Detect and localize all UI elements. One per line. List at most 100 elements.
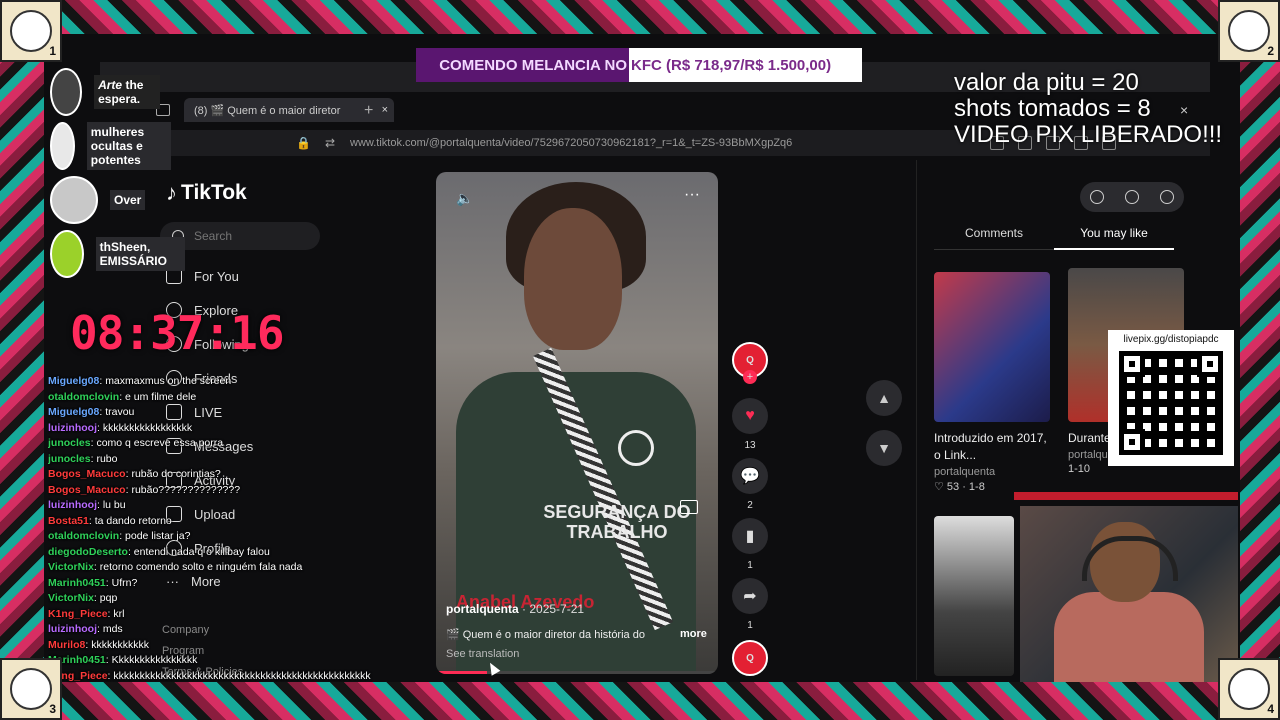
chat-message: diegodoDeserto: entendi nada q o killbay… [48, 545, 438, 561]
creator-avatar-button[interactable]: Q + [730, 342, 770, 384]
chat-username[interactable]: junocles [48, 453, 91, 465]
volume-icon[interactable]: 🔈 [456, 190, 473, 207]
corner-label: 1 [49, 44, 56, 58]
chat-text: kkkkkkkkkkkkkkkkkkkkkkkkkkkkkkkkkkkkkkkk… [113, 669, 371, 682]
share-arrow-icon: ➦ [732, 578, 768, 614]
chat-message: luizinhooj: mds [48, 622, 438, 638]
chat-username[interactable]: VictorNix [48, 561, 94, 573]
chat-message: VictorNix: retorno comendo solto e ningu… [48, 560, 438, 576]
chat-message: junocles: rubo [48, 452, 438, 468]
video-date: · 2025-7-21 [522, 602, 585, 616]
tab-title: (8) 🎬 Quem é o maior diretor [194, 104, 341, 117]
video-author[interactable]: portalquenta · 2025-7-21 [446, 602, 584, 616]
video-thumbnail [934, 272, 1050, 422]
qr-code-panel: livepix.gg/distopiapdc [1108, 330, 1234, 466]
stat-line: valor da pitu = 20 [954, 69, 1139, 96]
search-input[interactable] [192, 228, 306, 244]
right-panel-tabs: Comments You may like [934, 226, 1174, 250]
qr-code [1119, 351, 1223, 455]
chat-username[interactable]: diegodoDeserto [48, 546, 128, 558]
lock-icon[interactable]: 🔒 [296, 136, 311, 150]
chevron-down-icon: ▼ [877, 440, 891, 456]
author-name: portalquenta [446, 602, 519, 616]
chat-message: K1ng_Piece: krl [48, 607, 438, 623]
member-name: Over [110, 190, 146, 210]
corner-mascot-1: 1 [0, 0, 62, 62]
chat-message: Miguelg08: maxmaxmus on the screen [48, 374, 438, 390]
chat-username[interactable]: Miguelg08 [48, 406, 99, 418]
card-likes-value: 53 · 1-8 [946, 481, 985, 493]
tiktok-logo[interactable]: ♪ TikTok [166, 180, 247, 206]
stream-stats: valor da pitu = 20 shots tomados = 8 VID… [954, 70, 1222, 148]
site-settings-icon[interactable]: ⇄ [325, 136, 335, 150]
chat-message: Marinh0451: Kkkkkkkkkkkkkkkk [48, 653, 438, 669]
chat-username[interactable]: luizinhooj [48, 422, 97, 434]
member-avatar [50, 176, 98, 224]
member-name: thSheen, EMISSÁRIO [95, 237, 186, 271]
chat-username[interactable]: Miguelg08 [48, 375, 99, 387]
new-tab-button[interactable]: + [364, 102, 373, 120]
member-name: Arte the espera. [94, 75, 161, 109]
follow-plus-icon[interactable]: + [743, 370, 757, 384]
browser-tab[interactable]: (8) 🎬 Quem é o maior diretor × [184, 98, 394, 122]
tiktok-logo-text: TikTok [181, 181, 247, 204]
like-button[interactable]: ♥ 13 [730, 398, 770, 451]
like-count: 13 [744, 440, 756, 451]
tab-you-may-like[interactable]: You may like [1054, 226, 1174, 250]
chat-username[interactable]: Bogos_Macuco [48, 468, 126, 480]
chat-username[interactable]: Bosta51 [48, 515, 89, 527]
chat-message: Miguelg08: travou [48, 405, 438, 421]
comment-icon: 💬 [732, 458, 768, 494]
member-avatar [50, 230, 84, 278]
chat-username[interactable]: luizinhooj [48, 499, 97, 511]
chat-text: rubão do corintias? [131, 468, 221, 480]
share-button[interactable]: ➦ 1 [730, 578, 770, 631]
comment-button[interactable]: 💬 2 [730, 458, 770, 511]
video-player[interactable]: SEGURANÇA DO TRABALHO Anabel Azevedo por… [436, 172, 718, 674]
chat-username[interactable]: luizinhooj [48, 623, 97, 635]
corner-label: 3 [49, 702, 56, 716]
toggle-icon[interactable] [1159, 190, 1174, 204]
recommended-video-card[interactable]: Introduzido em 2017, o Link... portalque… [934, 272, 1050, 493]
video-progress-bar[interactable] [436, 671, 718, 674]
corner-mascot-2: 2 [1218, 0, 1280, 62]
music-disc-icon: Q [732, 640, 768, 676]
tab-comments[interactable]: Comments [934, 226, 1054, 250]
stream-chat: Miguelg08: maxmaxmus on the screen otaldo… [48, 374, 438, 684]
video-options-icon[interactable]: ··· [684, 186, 700, 204]
chat-message: Bosta51: ta dando retorno [48, 514, 438, 530]
nav-label: For You [194, 268, 239, 284]
save-button[interactable]: ▮ 1 [730, 518, 770, 571]
chat-username[interactable]: K1ng_Piece [48, 608, 108, 620]
goal-remaining: KFC (R$ 718,97/R$ 1.500,00) [629, 48, 862, 82]
chat-text: Kkkkkkkkkkkkkkkk [111, 654, 198, 666]
webcam-body [1054, 592, 1204, 682]
chat-text: pode listar ja? [125, 530, 191, 542]
chat-username[interactable]: otaldomclovin [48, 530, 119, 542]
chat-username[interactable]: junocles [48, 437, 91, 449]
chat-username[interactable]: otaldomclovin [48, 391, 119, 403]
device-icon[interactable] [1124, 190, 1139, 204]
corner-mascot-3: 3 [0, 658, 62, 720]
member-name: mulheres ocultas e potentes [86, 122, 172, 170]
chat-username[interactable]: Bogos_Macuco [48, 484, 126, 496]
chat-username[interactable]: Marinh0451 [48, 577, 106, 589]
goal-text-left: COMENDO MELANCIA NO [439, 56, 627, 74]
chat-message: K1ng_Piece: kkkkkkkkkkkkkkkkkkkkkkkkkkkk… [48, 669, 438, 685]
previous-video-button[interactable]: ▲ [866, 380, 902, 416]
music-disc-button[interactable]: Q [730, 640, 770, 676]
chat-text: mds [102, 623, 123, 635]
member-item: mulheres ocultas e potentes [50, 122, 172, 170]
chat-username[interactable]: Murilo8 [48, 639, 85, 651]
url-text[interactable]: www.tiktok.com/@portalquenta/video/75296… [350, 137, 792, 149]
picture-in-picture-icon[interactable] [680, 500, 698, 514]
chat-username[interactable]: VictorNix [48, 592, 94, 604]
close-tab-icon[interactable]: × [382, 104, 388, 116]
next-video-button[interactable]: ▼ [866, 430, 902, 466]
recommended-video-thumbnail[interactable] [934, 516, 1014, 676]
see-translation-link[interactable]: See translation [446, 648, 519, 660]
qr-finder [1119, 429, 1145, 455]
goal-text-right: KFC (R$ 718,97/R$ 1.500,00) [631, 56, 832, 74]
speed-icon[interactable] [1090, 190, 1105, 204]
caption-more-button[interactable]: more [680, 628, 707, 640]
